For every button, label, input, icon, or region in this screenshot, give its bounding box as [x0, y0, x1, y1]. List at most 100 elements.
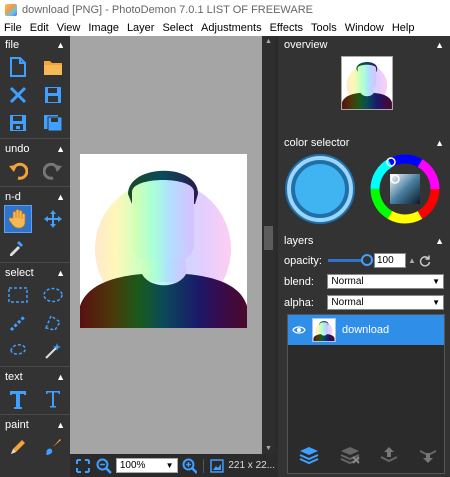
- layer-thumbnail-image: [313, 319, 335, 341]
- menu-file[interactable]: File: [4, 22, 22, 34]
- panel-title: color selector: [284, 137, 350, 149]
- opacity-slider[interactable]: [328, 254, 373, 266]
- chevron-up-icon: ▲: [56, 371, 65, 382]
- chevron-up-icon: ▲: [56, 39, 65, 50]
- menu-layer[interactable]: Layer: [127, 22, 155, 34]
- hue-wheel[interactable]: [370, 154, 440, 224]
- toolbox-section-undo[interactable]: undo ▲: [0, 140, 70, 157]
- hand-pan-tool[interactable]: [3, 205, 32, 233]
- toolbox-section-text[interactable]: text ▲: [0, 368, 70, 385]
- scroll-down-arrow-icon[interactable]: ▼: [265, 445, 272, 452]
- line-select-tool[interactable]: [5, 310, 31, 336]
- text-icon: [9, 391, 26, 409]
- layer-toolbar: [298, 442, 438, 468]
- pencil-icon: [10, 440, 25, 454]
- panel-title: layers: [284, 235, 314, 247]
- color-picker-icon: [10, 241, 23, 256]
- fit-to-window-icon[interactable]: [76, 458, 90, 473]
- alpha-mode-select[interactable]: Normal ▼: [327, 295, 444, 310]
- color-selector-panel-header[interactable]: color selector ▲: [278, 134, 450, 152]
- canvas-vertical-scrollbar[interactable]: ▲ ▼: [262, 36, 275, 454]
- redo-button[interactable]: [40, 158, 66, 184]
- new-image-icon: [9, 57, 26, 77]
- toolbox-section-paint[interactable]: paint ▲: [0, 416, 70, 433]
- color-picker-tool[interactable]: [4, 234, 30, 260]
- toolbox-section-file[interactable]: file ▲: [0, 36, 70, 53]
- typography-tool[interactable]: [40, 386, 66, 412]
- alpha-mode-value: Normal: [331, 297, 364, 308]
- blend-label: blend:: [284, 275, 314, 288]
- redo-icon: [42, 162, 62, 180]
- close-image-button[interactable]: [5, 82, 31, 108]
- menu-edit[interactable]: Edit: [30, 22, 49, 34]
- menu-window[interactable]: Window: [345, 22, 384, 34]
- lasso-select-tool[interactable]: [5, 338, 31, 364]
- layer-thumbnail: [312, 318, 336, 342]
- primary-color-swatch[interactable]: [285, 154, 355, 224]
- polygon-select-tool[interactable]: [40, 310, 66, 336]
- eye-visibility-icon[interactable]: [292, 325, 306, 335]
- section-label: n-d: [5, 190, 21, 203]
- toolbox-section-nd[interactable]: n-d ▲: [0, 188, 70, 205]
- section-label: file: [5, 38, 20, 51]
- menu-bar: File Edit View Image Layer Select Adjust…: [0, 20, 450, 36]
- menu-select[interactable]: Select: [162, 22, 193, 34]
- overview-thumbnail[interactable]: [341, 56, 393, 110]
- overview-panel: [278, 54, 450, 134]
- menu-adjustments[interactable]: Adjustments: [201, 22, 262, 34]
- menu-help[interactable]: Help: [392, 22, 415, 34]
- save-all-button[interactable]: [40, 110, 66, 136]
- toolbox-section-select[interactable]: select ▲: [0, 264, 70, 281]
- layer-name: download: [342, 324, 390, 336]
- section-divider: [0, 262, 70, 263]
- menu-image[interactable]: Image: [88, 22, 119, 34]
- portrait-image: [80, 154, 247, 328]
- section-divider: [0, 366, 70, 367]
- status-bar: 100% ▼ 221 x 22...: [70, 454, 275, 477]
- move-layer-up-icon[interactable]: [379, 445, 399, 465]
- move-layer-down-icon[interactable]: [418, 445, 438, 465]
- section-label: select: [5, 266, 34, 279]
- save-button[interactable]: [40, 82, 66, 108]
- overview-panel-header[interactable]: overview ▲: [278, 36, 450, 54]
- opacity-row: opacity: 100 ▲: [278, 250, 450, 271]
- magic-wand-icon: [44, 343, 61, 359]
- magic-wand-tool[interactable]: [40, 338, 66, 364]
- pencil-tool[interactable]: [5, 434, 31, 460]
- canvas-image[interactable]: [80, 154, 247, 328]
- chevron-up-icon: ▲: [56, 143, 65, 154]
- undo-button[interactable]: [5, 158, 31, 184]
- move-tool[interactable]: [40, 206, 66, 232]
- hand-pan-icon: [8, 209, 25, 229]
- save-as-button[interactable]: [5, 110, 31, 136]
- color-selector-widgets: [285, 154, 440, 224]
- opacity-label: opacity:: [284, 254, 322, 267]
- blend-mode-value: Normal: [331, 276, 364, 287]
- color-selector-panel: [278, 152, 450, 232]
- chevron-down-icon: ▼: [165, 461, 174, 470]
- menu-effects[interactable]: Effects: [270, 22, 303, 34]
- scroll-up-arrow-icon[interactable]: ▲: [265, 38, 272, 45]
- opacity-slider-knob[interactable]: [361, 254, 373, 266]
- delete-layer-icon[interactable]: [339, 445, 361, 465]
- spinner-icon[interactable]: ▲: [408, 256, 416, 265]
- add-layer-icon[interactable]: [298, 445, 320, 465]
- zoom-in-icon[interactable]: [181, 458, 198, 474]
- menu-tools[interactable]: Tools: [311, 22, 337, 34]
- paintbrush-tool[interactable]: [40, 434, 66, 460]
- layers-panel-header[interactable]: layers ▲: [278, 232, 450, 250]
- ellipse-select-tool[interactable]: [40, 282, 66, 308]
- text-tool[interactable]: [5, 386, 31, 412]
- rectangle-select-tool[interactable]: [5, 282, 31, 308]
- reset-icon[interactable]: [419, 255, 431, 267]
- zoom-select[interactable]: 100% ▼: [115, 458, 178, 473]
- open-button[interactable]: [40, 54, 66, 80]
- chevron-up-icon: ▲: [435, 236, 444, 246]
- new-image-button[interactable]: [5, 54, 31, 80]
- menu-view[interactable]: View: [57, 22, 81, 34]
- opacity-input[interactable]: 100: [374, 253, 406, 268]
- blend-mode-select[interactable]: Normal ▼: [327, 274, 444, 289]
- scrollbar-thumb[interactable]: [264, 226, 273, 250]
- zoom-out-icon[interactable]: [96, 458, 112, 474]
- layer-item[interactable]: download: [288, 315, 444, 345]
